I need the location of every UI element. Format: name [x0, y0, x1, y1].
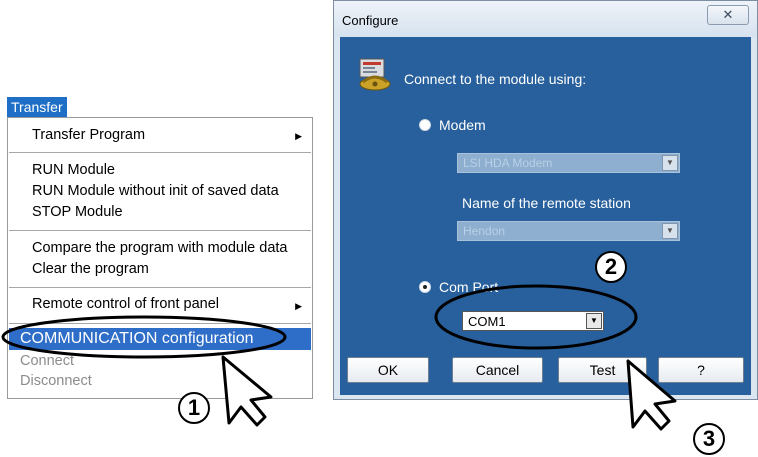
menu-separator: [9, 230, 311, 231]
ok-button[interactable]: OK: [347, 357, 429, 383]
remote-station-select[interactable]: Hendon ▼: [457, 221, 680, 241]
dialog-titlebar: Configure ✕: [334, 1, 757, 37]
chevron-down-icon[interactable]: ▼: [586, 313, 602, 329]
menu-item-run-module-no-init[interactable]: RUN Module without init of saved data: [32, 183, 279, 199]
transfer-menu-title[interactable]: Transfer: [7, 97, 67, 117]
menu-item-compare-program[interactable]: Compare the program with module data: [32, 240, 288, 256]
modem-radio[interactable]: [419, 119, 431, 131]
dialog-heading: Connect to the module using:: [404, 71, 587, 87]
test-button[interactable]: Test: [558, 357, 647, 383]
menu-item-disconnect[interactable]: Disconnect: [20, 373, 92, 389]
menu-separator: [9, 152, 311, 153]
help-button[interactable]: ?: [658, 357, 744, 383]
transfer-menu: Transfer Program ▶ RUN Module RUN Module…: [7, 117, 313, 399]
menu-separator: [9, 287, 311, 288]
chevron-down-icon[interactable]: ▼: [662, 223, 678, 239]
step-number-2: 2: [595, 251, 627, 283]
configure-dialog: Configure ✕ Connect to the module using:…: [333, 0, 758, 400]
modem-device-value: LSI HDA Modem: [463, 156, 553, 170]
close-button[interactable]: ✕: [707, 5, 749, 25]
chevron-down-icon[interactable]: ▼: [662, 155, 678, 171]
com-port-radio[interactable]: [419, 281, 431, 293]
step-number-3: 3: [693, 423, 725, 455]
remote-station-value: Hendon: [463, 224, 506, 238]
com-port-label: Com Port: [439, 279, 499, 295]
dialog-body: Connect to the module using: Modem LSI H…: [340, 37, 751, 395]
menu-item-stop-module[interactable]: STOP Module: [32, 204, 123, 220]
telephone-icon: [359, 58, 391, 91]
step-number-1: 1: [178, 392, 210, 424]
modem-label: Modem: [439, 117, 486, 133]
menu-separator: [9, 323, 311, 324]
com-port-select[interactable]: COM1 ▼: [462, 311, 604, 331]
com-port-value: COM1: [468, 314, 506, 329]
menu-item-communication-configuration[interactable]: COMMUNICATION configuration: [20, 330, 254, 348]
menu-item-run-module[interactable]: RUN Module: [32, 162, 115, 178]
menu-item-transfer-program[interactable]: Transfer Program: [32, 127, 145, 143]
menu-item-clear-program[interactable]: Clear the program: [32, 261, 149, 277]
submenu-arrow-icon: ▶: [295, 301, 302, 311]
remote-station-label: Name of the remote station: [462, 195, 631, 211]
menu-item-remote-control-front-panel[interactable]: Remote control of front panel: [32, 296, 219, 312]
cancel-button[interactable]: Cancel: [452, 357, 543, 383]
menu-item-connect[interactable]: Connect: [20, 353, 74, 369]
modem-device-select[interactable]: LSI HDA Modem ▼: [457, 153, 680, 173]
dialog-title: Configure: [342, 13, 399, 28]
submenu-arrow-icon: ▶: [295, 131, 302, 141]
